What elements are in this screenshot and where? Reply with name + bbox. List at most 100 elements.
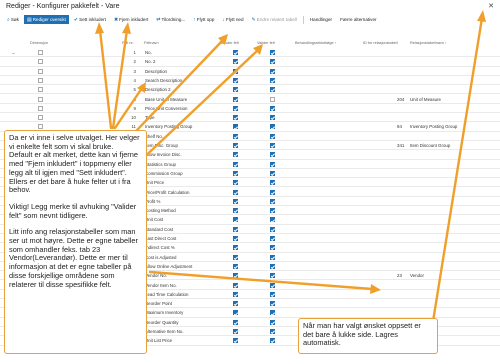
include-field-checkbox[interactable]: [233, 170, 238, 176]
validate-field-checkbox[interactable]: [270, 236, 275, 241]
validate-field-checkbox[interactable]: [270, 87, 275, 93]
col-related-table-id[interactable]: ID for relasjonstabell: [363, 41, 398, 45]
table-row[interactable]: 4 Search Description: [0, 76, 500, 86]
include-field-checkbox[interactable]: [233, 329, 238, 334]
validate-field-checkbox[interactable]: [270, 77, 275, 83]
actions-menu[interactable]: Handlinger: [307, 15, 335, 24]
col-field-name[interactable]: Feltnavn: [144, 41, 159, 45]
include-field-checkbox[interactable]: [233, 338, 238, 344]
validate-field-checkbox[interactable]: [270, 152, 275, 158]
validate-field-checkbox[interactable]: [270, 189, 275, 195]
table-row[interactable]: 9 Price Unit Conversion: [0, 104, 500, 114]
validate-field-checkbox[interactable]: [270, 96, 275, 102]
include-field-checkbox[interactable]: [233, 143, 238, 148]
validate-field-checkbox[interactable]: [270, 133, 275, 139]
remove-included-button[interactable]: ✖ Fjern inkludert: [111, 15, 151, 24]
include-field-checkbox[interactable]: [233, 282, 238, 288]
col-dimension[interactable]: Dimensjon: [30, 41, 48, 45]
validate-field-checkbox[interactable]: [270, 319, 275, 325]
validate-field-checkbox[interactable]: [270, 115, 275, 121]
include-field-checkbox[interactable]: [233, 263, 238, 269]
validate-field-checkbox[interactable]: [270, 310, 275, 316]
validate-field-checkbox[interactable]: [270, 105, 275, 111]
col-related-table-name[interactable]: Relasjonstabellnavn ↑: [410, 41, 447, 45]
validate-field-checkbox[interactable]: [270, 161, 275, 167]
validate-field-checkbox[interactable]: [270, 143, 275, 148]
dimension-checkbox[interactable]: [38, 124, 43, 130]
include-field-checkbox[interactable]: [233, 245, 238, 251]
validate-field-checkbox[interactable]: [270, 338, 275, 344]
include-field-checkbox[interactable]: [233, 319, 238, 325]
include-field-checkbox[interactable]: [233, 273, 238, 279]
include-field-checkbox[interactable]: [233, 161, 238, 167]
validate-field-checkbox[interactable]: [270, 217, 275, 223]
table-row[interactable]: 3 Description: [0, 67, 500, 76]
table-row[interactable]: 2 No. 2: [0, 57, 500, 67]
dimension-checkbox[interactable]: [38, 96, 43, 102]
close-icon[interactable]: ✕: [488, 2, 494, 10]
table-row[interactable]: 5 Description 2: [0, 85, 500, 95]
include-field-checkbox[interactable]: [233, 87, 238, 93]
validate-field-checkbox[interactable]: [270, 282, 275, 288]
table-row[interactable]: 8 Base Unit of Measure 204 Unit of Measure: [0, 95, 500, 104]
edit-list-button[interactable]: ▤ Rediger oversikt: [23, 15, 69, 24]
include-field-checkbox[interactable]: [233, 124, 238, 130]
dimension-checkbox[interactable]: [38, 50, 43, 55]
dimension-checkbox[interactable]: [38, 68, 43, 74]
validate-field-checkbox[interactable]: [270, 180, 275, 186]
validate-field-checkbox[interactable]: [270, 50, 275, 55]
validate-field-checkbox[interactable]: [270, 170, 275, 176]
include-field-checkbox[interactable]: [233, 133, 238, 139]
include-field-checkbox[interactable]: [233, 236, 238, 241]
dimension-checkbox[interactable]: [38, 77, 43, 83]
col-processing-order[interactable]: Behandlingsrekkefølge ↑: [295, 41, 337, 45]
include-field-checkbox[interactable]: [233, 152, 238, 158]
include-field-checkbox[interactable]: [233, 59, 238, 65]
include-field-checkbox[interactable]: [233, 310, 238, 316]
validate-field-checkbox[interactable]: [270, 198, 275, 204]
validate-field-checkbox[interactable]: [270, 273, 275, 279]
include-field-checkbox[interactable]: [233, 96, 238, 102]
fewer-options-button[interactable]: Færre alternativer: [337, 15, 380, 24]
include-field-checkbox[interactable]: [233, 105, 238, 111]
dimension-checkbox[interactable]: [38, 59, 43, 65]
assign-button[interactable]: ⇄ Tilordning...: [153, 15, 188, 24]
include-field-checkbox[interactable]: [233, 208, 238, 214]
include-field-checkbox[interactable]: [233, 217, 238, 223]
include-field-checkbox[interactable]: [233, 198, 238, 204]
include-field-checkbox[interactable]: [233, 77, 238, 83]
col-validate[interactable]: Valider felt: [257, 41, 275, 45]
validate-field-checkbox[interactable]: [270, 226, 275, 232]
dimension-checkbox[interactable]: [38, 115, 43, 121]
include-field-checkbox[interactable]: [233, 226, 238, 232]
include-field-checkbox[interactable]: [233, 189, 238, 195]
table-row[interactable]: → 1 No.: [0, 48, 500, 58]
include-field-checkbox[interactable]: [233, 291, 238, 297]
validate-field-checkbox[interactable]: [270, 254, 275, 260]
move-up-button[interactable]: ↑ Flytt opp: [190, 15, 217, 24]
include-field-checkbox[interactable]: [233, 115, 238, 121]
validate-field-checkbox[interactable]: [270, 59, 275, 65]
validate-field-checkbox[interactable]: [270, 291, 275, 297]
validate-field-checkbox[interactable]: [270, 245, 275, 251]
validate-field-checkbox[interactable]: [270, 301, 275, 307]
dimension-checkbox[interactable]: [38, 87, 43, 93]
include-field-checkbox[interactable]: [233, 180, 238, 186]
change-related-table-button[interactable]: ✎ Endre relatert tabell: [249, 15, 300, 24]
include-field-checkbox[interactable]: [233, 254, 238, 260]
validate-field-checkbox[interactable]: [270, 329, 275, 334]
validate-field-checkbox[interactable]: [270, 263, 275, 269]
search-button[interactable]: ⌕ Søk: [4, 15, 22, 24]
validate-field-checkbox[interactable]: [270, 124, 275, 130]
include-field-checkbox[interactable]: [233, 50, 238, 55]
validate-field-checkbox[interactable]: [270, 208, 275, 214]
table-row[interactable]: 10 Type: [0, 113, 500, 123]
set-included-button[interactable]: ✔ Sett inkludert: [71, 15, 109, 24]
move-down-button[interactable]: ↓ Flytt ned: [219, 15, 246, 24]
validate-field-checkbox[interactable]: [270, 68, 275, 74]
include-field-checkbox[interactable]: [233, 68, 238, 74]
col-included[interactable]: Inkluder felt: [219, 41, 239, 45]
include-field-checkbox[interactable]: [233, 301, 238, 307]
col-field-no[interactable]: Felt nr.: [122, 41, 134, 45]
dimension-checkbox[interactable]: [38, 105, 43, 111]
